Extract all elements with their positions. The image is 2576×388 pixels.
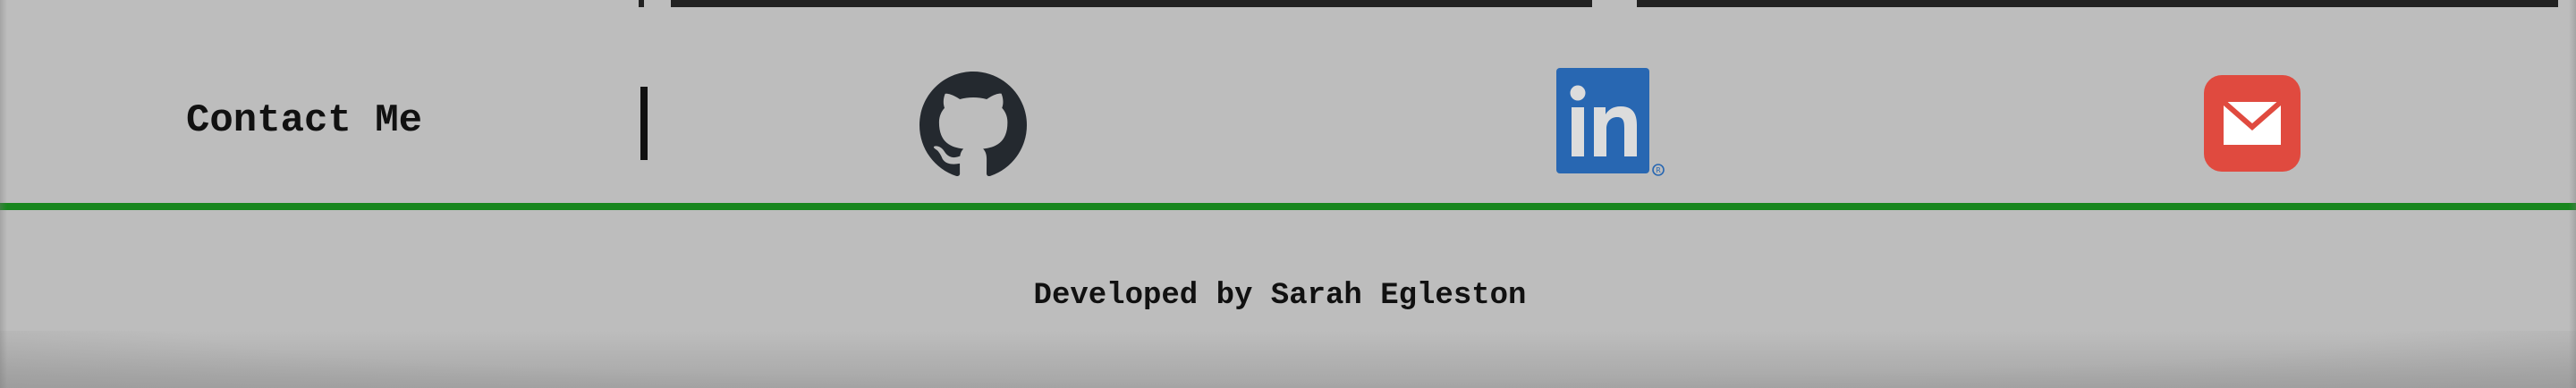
footer-credit-wrapper: Developed by Sarah Egleston: [0, 279, 2576, 313]
github-icon: [919, 72, 1027, 177]
top-divider-fragment: [639, 0, 644, 7]
developer-credit: Developed by Sarah Egleston: [1033, 279, 1527, 313]
contact-heading: Contact Me: [186, 98, 423, 143]
right-edge-shadow: [2569, 0, 2576, 388]
top-panel-border-left: [671, 0, 1592, 7]
bottom-shadow: [0, 331, 2576, 388]
contact-divider: [640, 87, 648, 160]
svg-text:R: R: [1656, 166, 1661, 174]
top-panel-border-right: [1637, 0, 2558, 7]
email-link[interactable]: [2204, 75, 2301, 172]
github-link[interactable]: [919, 72, 1027, 179]
email-icon: [2204, 75, 2301, 172]
linkedin-icon: R: [1556, 68, 1665, 176]
linkedin-link[interactable]: R: [1556, 68, 1668, 180]
left-edge-shadow: [0, 0, 7, 388]
footer-separator: [0, 203, 2576, 210]
page: Contact Me R Developed by Sarah Egleston: [0, 0, 2576, 388]
